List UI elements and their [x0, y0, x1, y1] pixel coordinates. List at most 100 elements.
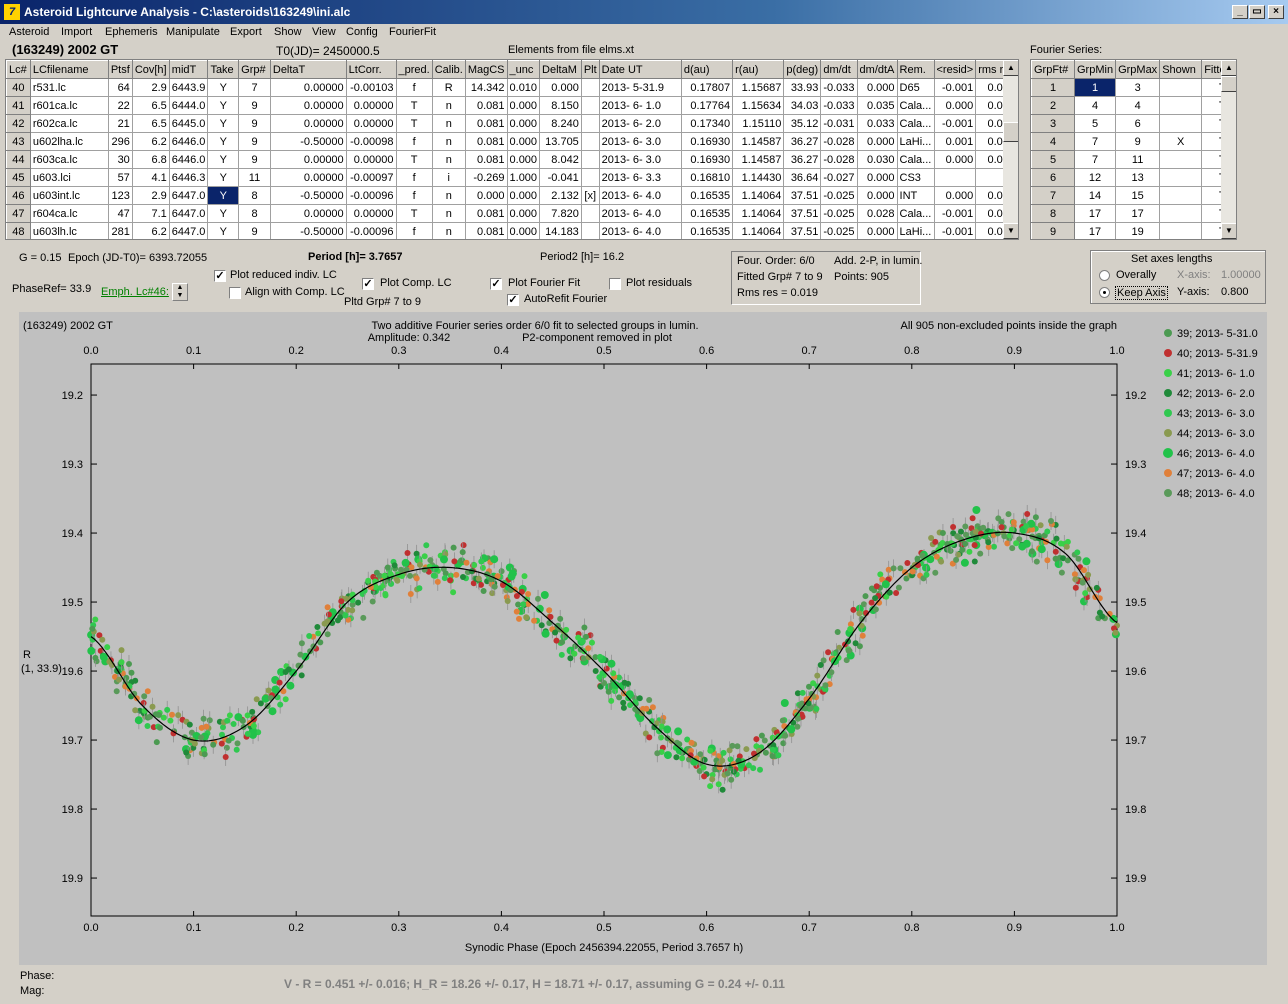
lc-cell[interactable]: 0.00000	[269, 114, 347, 133]
scroll-thumb[interactable]	[1003, 122, 1018, 142]
lc-cell[interactable]: 2.132	[539, 186, 582, 205]
lc-table-row[interactable]: 40 r531.lc 64 2.9 6443.9 Y 7 0.00000 -0.00103 f R 1…	[6, 78, 1018, 97]
lc-cell[interactable]: 30	[107, 150, 133, 169]
lc-cell[interactable]: 0.081	[464, 222, 508, 239]
lc-col-header[interactable]: r(au)	[732, 60, 785, 79]
lc-cell[interactable]: -0.00096	[345, 186, 397, 205]
lc-cell[interactable]: 8.042	[539, 150, 582, 169]
lc-cell[interactable]: 8.240	[539, 114, 582, 133]
lc-cell[interactable]: 6.5	[131, 96, 170, 115]
lc-table-row[interactable]: 41 r601ca.lc 22 6.5 6444.0 Y 9 0.00000 0.00000 Tn…	[6, 96, 1018, 115]
lc-cell[interactable]: f	[395, 168, 433, 187]
fourier-cell[interactable]: 6	[1115, 114, 1161, 133]
lc-cell[interactable]: 1.000	[506, 168, 541, 187]
lc-cell[interactable]	[933, 168, 977, 187]
lightcurve-table[interactable]: Lc# LCfilename Ptsf Cov[h] midT Take Grp# Delta…	[5, 59, 1019, 240]
lc-cell[interactable]: 0.010	[506, 78, 541, 97]
lc-cell[interactable]: 6444.0	[168, 96, 209, 115]
lc-cell[interactable]: 13.705	[539, 132, 582, 151]
menu-export[interactable]: Export	[230, 26, 262, 38]
lc-cell[interactable]: r602ca.lc	[29, 114, 109, 133]
lc-cell[interactable]: 6.2	[131, 132, 170, 151]
lc-col-header[interactable]: p(deg)	[783, 60, 822, 79]
lc-cell[interactable]: 2013- 6- 4.0	[598, 222, 682, 239]
scroll-up-arrow-icon[interactable]: ▲	[1003, 60, 1018, 76]
fourier-cell[interactable]: 8	[1031, 204, 1075, 223]
lc-cell[interactable]: 0.081	[464, 204, 508, 223]
lc-cell[interactable]: n	[431, 114, 466, 133]
lc-cell[interactable]: f	[395, 222, 433, 239]
fourier-table-row[interactable]: 71415T	[1031, 186, 1229, 205]
lc-cell[interactable]: -0.025	[820, 186, 858, 205]
lc-cell[interactable]: 0.16535	[680, 204, 734, 223]
lc-cell[interactable]	[580, 96, 600, 115]
lc-cell[interactable]: u602lha.lc	[29, 132, 109, 151]
lc-cell[interactable]: -0.00096	[345, 222, 397, 239]
lc-cell[interactable]: 0.001	[933, 132, 977, 151]
lc-cell[interactable]: -0.001	[933, 78, 977, 97]
lc-cell[interactable]: 9	[238, 96, 271, 115]
lc-cell[interactable]: T	[395, 204, 433, 223]
fourier-cell[interactable]	[1159, 222, 1203, 239]
lc-cell[interactable]: [x]	[580, 186, 600, 205]
lc-cell[interactable]: 0.000	[539, 78, 582, 97]
lc-cell[interactable]: 2013- 6- 3.0	[598, 150, 682, 169]
lc-cell[interactable]: 22	[107, 96, 133, 115]
lc-cell[interactable]: 0.000	[506, 204, 541, 223]
lc-cell[interactable]: 6446.0	[168, 132, 209, 151]
fourier-cell[interactable]	[1159, 168, 1203, 187]
fourier-cell[interactable]: 4	[1031, 132, 1075, 151]
lc-cell[interactable]: u603lh.lc	[29, 222, 109, 239]
lc-cell[interactable]: r604ca.lc	[29, 204, 109, 223]
lc-col-header[interactable]: Date UT	[598, 60, 682, 79]
lc-cell[interactable]: 7	[238, 78, 271, 97]
lc-cell[interactable]: 47	[107, 204, 133, 223]
lc-cell[interactable]: 9	[238, 150, 271, 169]
lc-col-header[interactable]: LtCorr.	[345, 60, 397, 79]
lc-cell[interactable]: 0.028	[856, 204, 898, 223]
lc-col-header[interactable]: midT	[168, 60, 209, 79]
lc-cell[interactable]: 37.51	[783, 204, 822, 223]
lc-cell[interactable]: n	[431, 96, 466, 115]
fourier-cell[interactable]: 6	[1031, 168, 1075, 187]
fourier-cell[interactable]: 17	[1115, 204, 1161, 223]
lc-cell[interactable]: 1.14064	[732, 222, 785, 239]
lc-cell[interactable]: 0.00000	[269, 96, 347, 115]
plot-comp-checkbox[interactable]: ✓	[362, 278, 374, 290]
menu-fourierfit[interactable]: FourierFit	[389, 26, 436, 38]
lc-cell[interactable]: Y	[207, 132, 240, 151]
fourier-table-scrollbar[interactable]: ▲ ▼	[1221, 60, 1236, 239]
minimize-button[interactable]: _	[1232, 5, 1248, 19]
lc-cell[interactable]: 9	[238, 132, 271, 151]
lc-cell[interactable]: n	[431, 222, 466, 239]
lc-col-header[interactable]: Lc#	[6, 60, 31, 79]
lc-cell[interactable]: 0.16930	[680, 150, 734, 169]
lc-cell[interactable]: 36.64	[783, 168, 822, 187]
lc-cell[interactable]: 1.15687	[732, 78, 785, 97]
lc-cell[interactable]: 0.030	[856, 150, 898, 169]
lc-cell[interactable]: Y	[207, 168, 240, 187]
lc-cell[interactable]: r601ca.lc	[29, 96, 109, 115]
menu-view[interactable]: View	[312, 26, 336, 38]
lc-cell[interactable]: 36.27	[783, 132, 822, 151]
lc-cell[interactable]: Cala...	[896, 114, 935, 133]
lc-table-row[interactable]: 42 r602ca.lc 21 6.5 6445.0 Y 9 0.00000 0.00000 Tn…	[6, 114, 1018, 133]
lc-cell[interactable]: 0.000	[856, 186, 898, 205]
plot-fourier-checkbox[interactable]: ✓	[490, 278, 502, 290]
lc-cell[interactable]: 37.51	[783, 222, 822, 239]
lc-cell[interactable]: 1.14430	[732, 168, 785, 187]
lc-cell[interactable]: 7.1	[131, 204, 170, 223]
lc-cell[interactable]: 0.000	[506, 186, 541, 205]
lc-cell[interactable]: Cala...	[896, 150, 935, 169]
fourier-cell[interactable]: 14	[1073, 186, 1117, 205]
fourier-table-row[interactable]: 113T	[1031, 78, 1229, 97]
menu-show[interactable]: Show	[274, 26, 302, 38]
fourier-cell[interactable]: 17	[1073, 222, 1117, 239]
fourier-table-row[interactable]: 244T	[1031, 96, 1229, 115]
lc-cell[interactable]: Y	[207, 150, 240, 169]
lc-cell[interactable]: 6447.0	[168, 222, 209, 239]
lc-cell[interactable]: -0.00103	[345, 78, 397, 97]
plot-reduced-checkbox[interactable]: ✓	[214, 270, 226, 282]
plot-residuals-checkbox[interactable]	[609, 278, 621, 290]
spin-down-icon[interactable]: ▼	[173, 292, 187, 300]
